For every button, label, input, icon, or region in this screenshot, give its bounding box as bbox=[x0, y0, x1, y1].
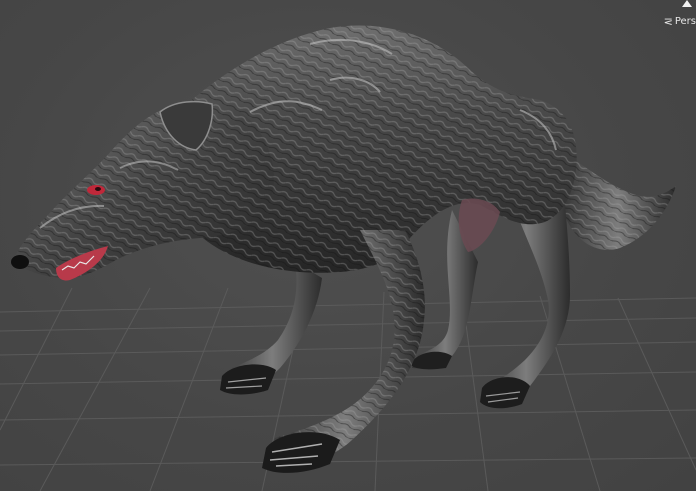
projection-label: Pers bbox=[674, 16, 696, 27]
scene-canvas[interactable] bbox=[0, 0, 696, 491]
scene-gizmo-cone-icon[interactable] bbox=[682, 0, 692, 7]
wolf-nose bbox=[11, 255, 29, 269]
scene-gizmo[interactable]: ⋜ Pers bbox=[648, 0, 696, 34]
wolf-front-leg-far bbox=[220, 262, 322, 395]
wolf-model[interactable] bbox=[11, 25, 676, 473]
wolf-belly-wound bbox=[458, 198, 500, 252]
perspective-chevron-icon: ⋜ bbox=[663, 15, 673, 28]
scene-viewport[interactable]: ⋜ Pers bbox=[0, 0, 696, 491]
projection-toggle[interactable]: ⋜ Pers bbox=[664, 16, 696, 28]
ground-grid bbox=[0, 287, 696, 491]
